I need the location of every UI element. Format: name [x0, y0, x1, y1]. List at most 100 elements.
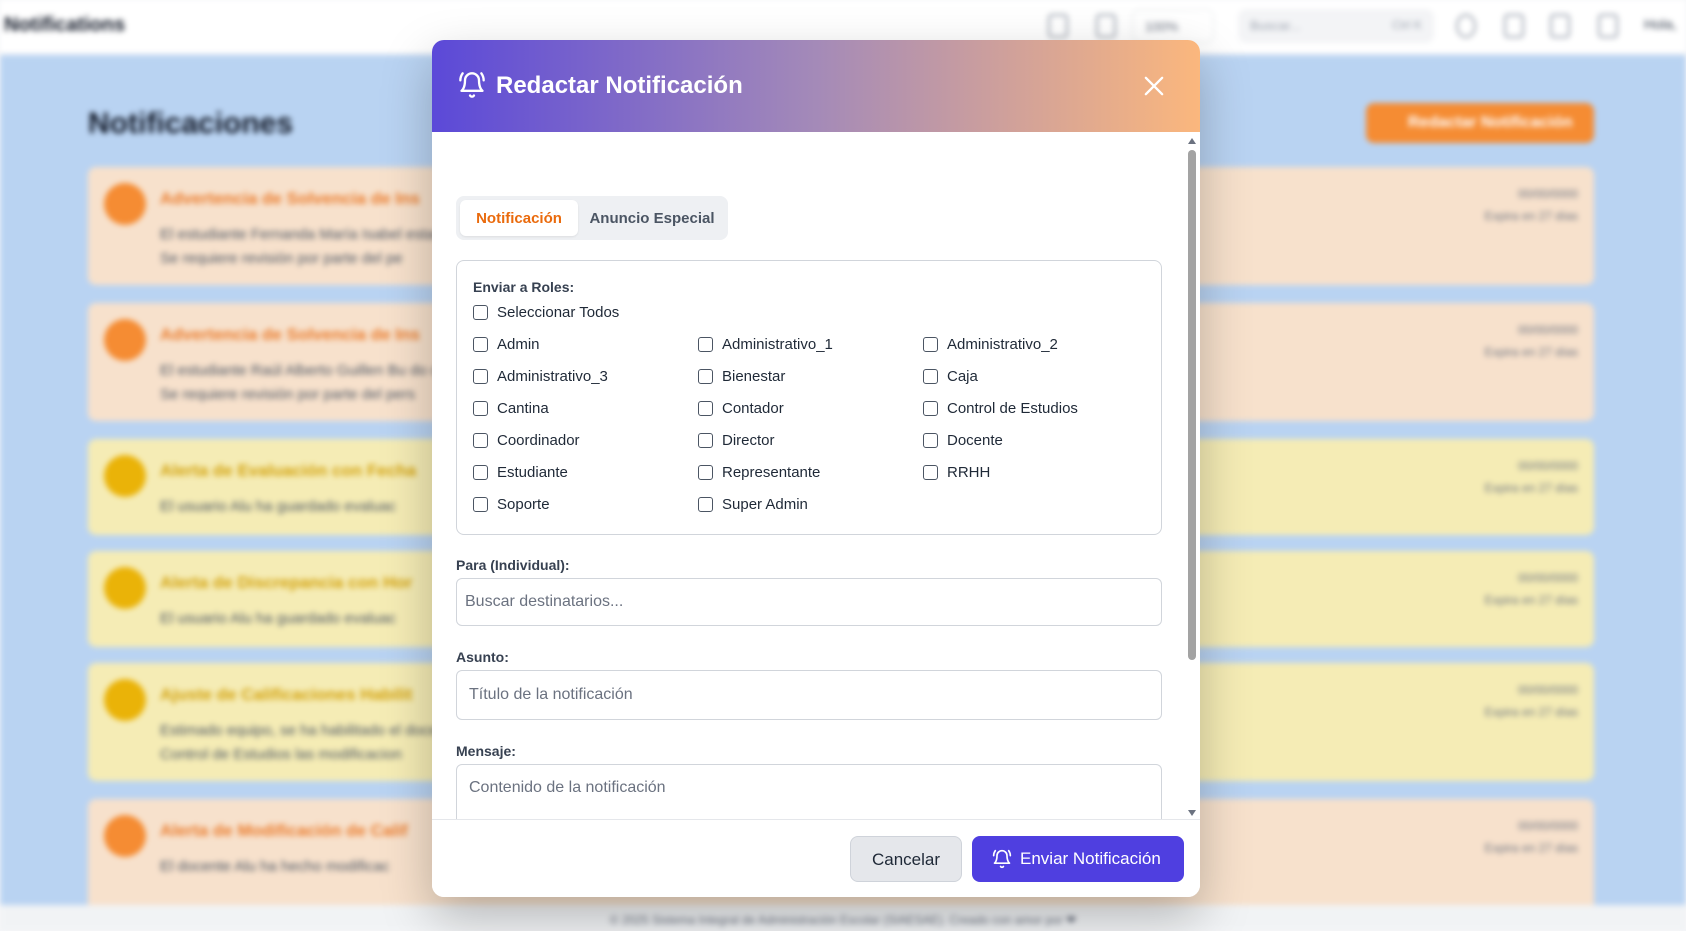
notification-meta: 00/00/0000 Expira en 27 días [1485, 567, 1578, 611]
notification-body-text: Se requiere revisión por parte del pers [160, 386, 416, 403]
recipient-search-input[interactable] [456, 578, 1162, 626]
role-checkbox-row[interactable]: Caja [923, 367, 1133, 387]
notification-expiry: Expira en 27 días [1484, 481, 1578, 495]
role-checkbox-row[interactable]: Docente [923, 431, 1133, 451]
role-checkbox-row[interactable]: Admin [473, 335, 683, 355]
notification-title: Alerta de Modificación de Calif [160, 821, 408, 840]
role-label: Director [722, 432, 775, 449]
bell-icon [992, 849, 1012, 869]
tab-notificacion[interactable]: Notificación [460, 200, 578, 236]
roles-label: Enviar a Roles: [473, 279, 575, 295]
role-checkbox-row[interactable]: Administrativo_3 [473, 367, 683, 387]
notification-date: 00/00/0000 [1517, 571, 1578, 585]
role-checkbox[interactable] [473, 369, 488, 384]
role-label: Admin [497, 336, 540, 353]
role-checkbox[interactable] [923, 401, 938, 416]
role-label: Bienestar [722, 368, 786, 385]
role-label: Estudiante [497, 464, 568, 481]
cancel-button[interactable]: Cancelar [850, 836, 962, 882]
scroll-up-icon[interactable] [1188, 138, 1196, 144]
modal-title: Redactar Notificación [496, 72, 743, 99]
message-label: Mensaje: [456, 743, 516, 759]
role-checkbox[interactable] [698, 433, 713, 448]
role-checkbox[interactable] [473, 433, 488, 448]
clipboard-icon[interactable] [1096, 14, 1116, 38]
compose-notification-button[interactable]: Redactar Notificación [1366, 103, 1594, 143]
role-checkbox[interactable] [923, 337, 938, 352]
send-notification-button[interactable]: Enviar Notificación [972, 836, 1184, 882]
role-checkbox[interactable] [923, 465, 938, 480]
role-checkbox[interactable] [698, 465, 713, 480]
notification-title: Advertencia de Solvencia de Ins [160, 325, 420, 344]
role-checkbox[interactable] [698, 497, 713, 512]
calendar-icon[interactable] [1048, 14, 1068, 38]
scroll-down-icon[interactable] [1188, 810, 1196, 816]
notification-meta: 00/00/0000 Expira en 27 días [1485, 319, 1578, 363]
notification-body-text: Control de Estudios las modificacion [160, 746, 402, 763]
notification-body-text: Se requiere revisión por parte del pe [160, 250, 403, 267]
theme-icon[interactable] [1456, 14, 1476, 38]
role-checkbox-row[interactable]: Representante [698, 463, 908, 483]
search-placeholder: Buscar... [1250, 18, 1301, 33]
role-checkbox[interactable] [923, 369, 938, 384]
role-checkbox[interactable] [473, 465, 488, 480]
role-label: Control de Estudios [947, 400, 1078, 417]
notification-body-text: El usuario Alu ha guardado evaluac [160, 610, 397, 627]
notification-icon [104, 679, 146, 721]
notification-icon [104, 815, 146, 857]
tab-anuncio-especial[interactable]: Anuncio Especial [580, 200, 724, 236]
notification-body-text: El usuario Alu ha guardado evaluac [160, 498, 397, 515]
role-checkbox-row[interactable]: Super Admin [698, 495, 908, 515]
role-checkbox[interactable] [923, 433, 938, 448]
role-checkbox-row[interactable]: RRHH [923, 463, 1133, 483]
role-checkbox-row[interactable]: Soporte [473, 495, 683, 515]
user-greeting: Hola, [1644, 16, 1677, 32]
role-checkbox-row[interactable]: Contador [698, 399, 908, 419]
role-checkbox-row[interactable]: Control de Estudios [923, 399, 1133, 419]
role-label: Caja [947, 368, 978, 385]
role-label: Administrativo_1 [722, 336, 833, 353]
close-icon[interactable] [1140, 72, 1168, 100]
notification-expiry: Expira en 27 días [1484, 841, 1578, 855]
scrollbar-thumb[interactable] [1188, 150, 1196, 660]
notification-icon [104, 455, 146, 497]
role-checkbox-row[interactable]: Director [698, 431, 908, 451]
notification-body-text: El estudiante Raúl Alberto Guillen Bu [160, 362, 406, 379]
notification-expiry: Expira en 27 días [1484, 209, 1578, 223]
notification-icon [104, 183, 146, 225]
inbox-icon[interactable] [1598, 14, 1618, 38]
role-checkbox[interactable] [698, 337, 713, 352]
role-checkbox-row[interactable]: Estudiante [473, 463, 683, 483]
modal-scrollbar[interactable] [1187, 136, 1197, 816]
select-all-label: Seleccionar Todos [497, 304, 620, 321]
role-checkbox-row[interactable]: Administrativo_2 [923, 335, 1133, 355]
notification-body-text: El estudiante Fernanda María Isabel [160, 226, 402, 243]
notification-icon [104, 319, 146, 361]
role-checkbox-row[interactable]: Administrativo_1 [698, 335, 908, 355]
role-checkbox[interactable] [473, 497, 488, 512]
monitor-icon[interactable] [1504, 14, 1524, 38]
role-label: Docente [947, 432, 1003, 449]
role-label: RRHH [947, 464, 991, 481]
role-checkbox[interactable] [473, 337, 488, 352]
chat-icon[interactable] [1550, 14, 1570, 38]
select-all-checkbox-row[interactable]: Seleccionar Todos [473, 303, 673, 323]
notification-body-text: El docente Alu ha hecho modificac [160, 858, 390, 875]
send-button-label: Enviar Notificación [1020, 849, 1161, 868]
role-checkbox-row[interactable]: Bienestar [698, 367, 908, 387]
role-checkbox[interactable] [698, 401, 713, 416]
search-box[interactable]: Buscar... Ctrl K [1238, 9, 1434, 43]
select-all-checkbox[interactable] [473, 305, 488, 320]
role-checkbox-row[interactable]: Coordinador [473, 431, 683, 451]
zoom-select[interactable]: 100% [1132, 9, 1214, 43]
notification-body-text: Estimado equipo, se ha habilitado el [160, 722, 401, 739]
notification-meta: 00/00/0000 Expira en 27 días [1485, 183, 1578, 227]
role-checkbox[interactable] [473, 401, 488, 416]
role-label: Super Admin [722, 496, 808, 513]
role-checkbox[interactable] [698, 369, 713, 384]
role-label: Soporte [497, 496, 550, 513]
role-checkbox-row[interactable]: Cantina [473, 399, 683, 419]
subject-input[interactable] [456, 670, 1162, 720]
role-label: Contador [722, 400, 784, 417]
notification-expiry: Expira en 27 días [1484, 593, 1578, 607]
